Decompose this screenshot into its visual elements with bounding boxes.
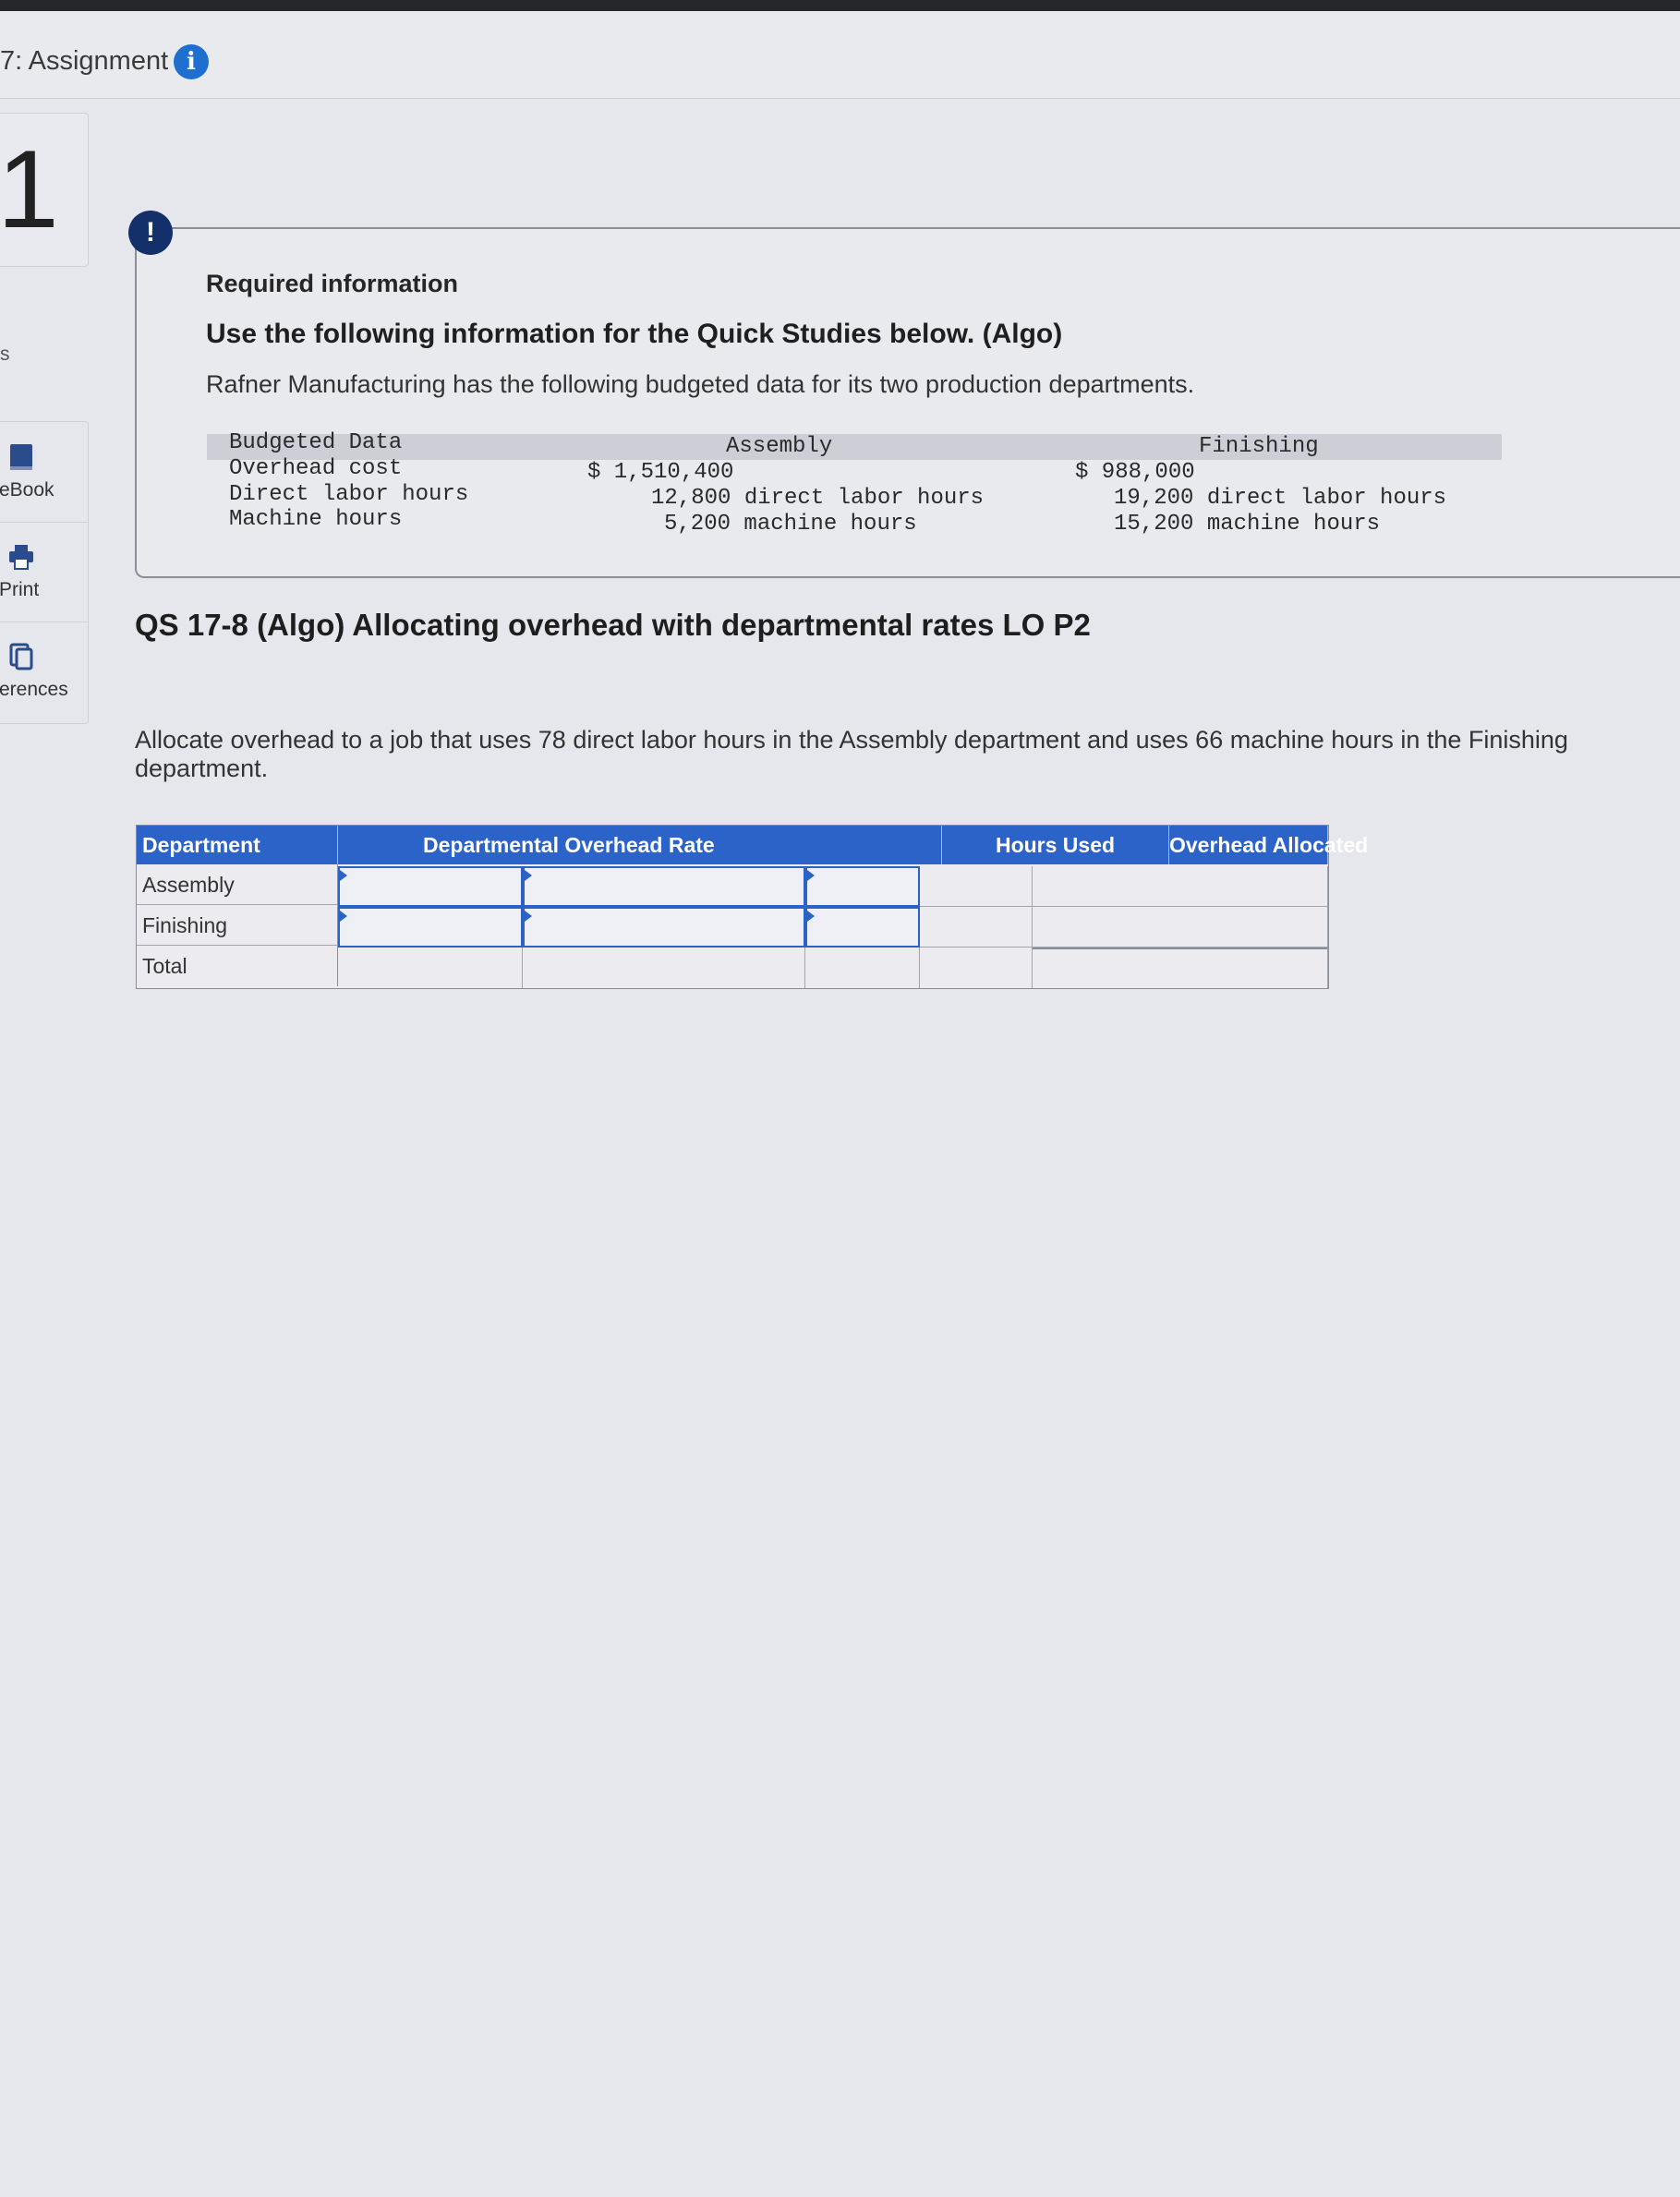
total-cell [338, 948, 523, 988]
row-label-finishing: Finishing [137, 905, 338, 946]
header-department: Department [137, 826, 338, 864]
book-icon [10, 444, 32, 470]
header-overhead-rate: Departmental Overhead Rate [338, 826, 942, 864]
total-allocated-cell[interactable] [1033, 948, 1328, 988]
budget-overhead-finishing: $ 988,000 [1075, 460, 1195, 485]
assembly-overhead-input[interactable] [338, 866, 523, 907]
sidebar-truncated-label: s [0, 344, 10, 365]
budget-row-label: Machine hours [229, 507, 403, 532]
finishing-overhead-input[interactable] [338, 907, 523, 948]
assembly-rate-basis-input[interactable] [523, 866, 805, 907]
total-cell [523, 948, 805, 988]
required-info-description: Rafner Manufacturing has the following b… [206, 370, 1195, 398]
budget-mh-assembly: 5,200 machine hours [664, 512, 917, 537]
sidebar-item-ebook[interactable]: eBook [0, 422, 88, 523]
total-cell [805, 948, 920, 988]
budget-overhead-assembly: $ 1,510,400 [587, 460, 734, 485]
sidebar-item-print[interactable]: Print [0, 522, 88, 622]
top-bar [0, 0, 1680, 11]
budget-col-finishing: Finishing [1199, 434, 1319, 459]
question-number: 1 [0, 127, 59, 251]
budget-dlh-assembly: 12,800 direct labor hours [651, 486, 985, 511]
row-label-assembly: Assembly [137, 864, 338, 905]
question-instruction: Allocate overhead to a job that uses 78 … [135, 726, 1568, 782]
header-overhead-allocated: Overhead Allocated [1169, 826, 1368, 864]
assembly-allocated-cell[interactable] [1033, 866, 1328, 907]
budget-row-label: Direct labor hours [229, 482, 469, 507]
header-hours-used: Hours Used [942, 826, 1169, 864]
question-number-box[interactable]: 1 [0, 113, 89, 267]
budget-dlh-finishing: 19,200 direct labor hours [1114, 486, 1447, 511]
references-icon [9, 643, 33, 670]
sidebar-item-label: eBook [0, 479, 54, 501]
assembly-hours-input[interactable] [805, 866, 920, 907]
budget-col-assembly: Assembly [726, 434, 833, 459]
assignment-title: 7: Assignment [0, 46, 169, 76]
alert-icon: ! [128, 211, 173, 255]
required-info-heading: Required information [206, 270, 459, 297]
budget-mh-finishing: 15,200 machine hours [1114, 512, 1381, 537]
assembly-hours-cell[interactable] [920, 866, 1033, 907]
finishing-hours-input[interactable] [805, 907, 920, 948]
info-icon[interactable]: i [174, 44, 209, 79]
sidebar-tools: eBook Print erences [0, 421, 89, 724]
answer-table: Department Departmental Overhead Rate Ho… [136, 825, 1368, 989]
printer-icon [9, 545, 33, 570]
total-cell [920, 948, 1033, 988]
finishing-rate-basis-input[interactable] [523, 907, 805, 948]
required-info-subheading: Use the following information for the Qu… [206, 319, 1063, 349]
budget-row-label: Overhead cost [229, 456, 403, 481]
row-label-total: Total [137, 946, 338, 986]
assignment-header: 7: Assignment i [0, 11, 1680, 99]
sidebar-item-references[interactable]: erences [0, 622, 88, 721]
finishing-hours-cell[interactable] [920, 907, 1033, 948]
question-title: QS 17-8 (Algo) Allocating overhead with … [135, 608, 1091, 642]
finishing-allocated-cell[interactable] [1033, 907, 1328, 948]
sidebar-item-label: erences [0, 679, 68, 700]
sidebar-item-label: Print [0, 579, 40, 600]
budget-col-label: Budgeted Data [229, 430, 403, 455]
